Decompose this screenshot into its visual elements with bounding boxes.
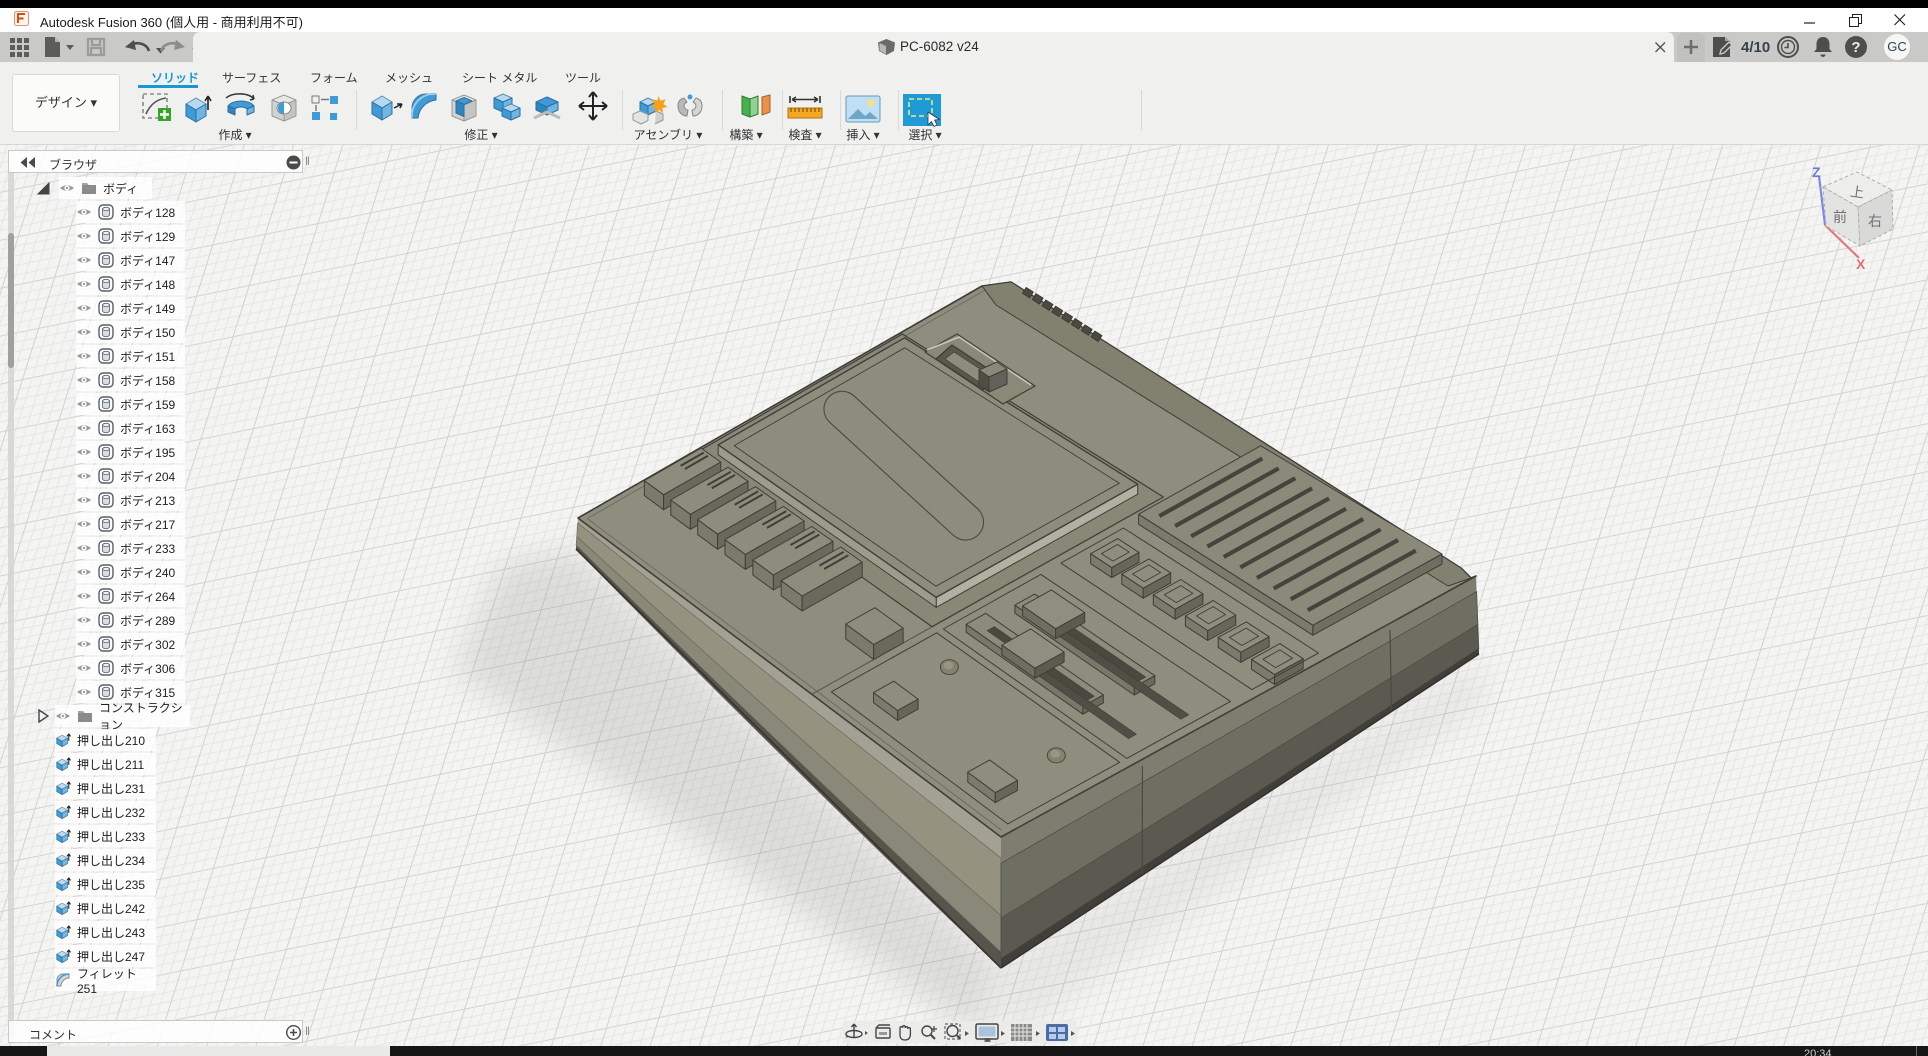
svg-text:前: 前 [1833,209,1847,225]
svg-text:右: 右 [1868,213,1882,229]
svg-text:上: 上 [1849,183,1865,201]
svg-text:?: ? [1851,39,1860,56]
svg-text:X: X [1856,256,1866,272]
svg-text:Z: Z [1812,164,1821,180]
